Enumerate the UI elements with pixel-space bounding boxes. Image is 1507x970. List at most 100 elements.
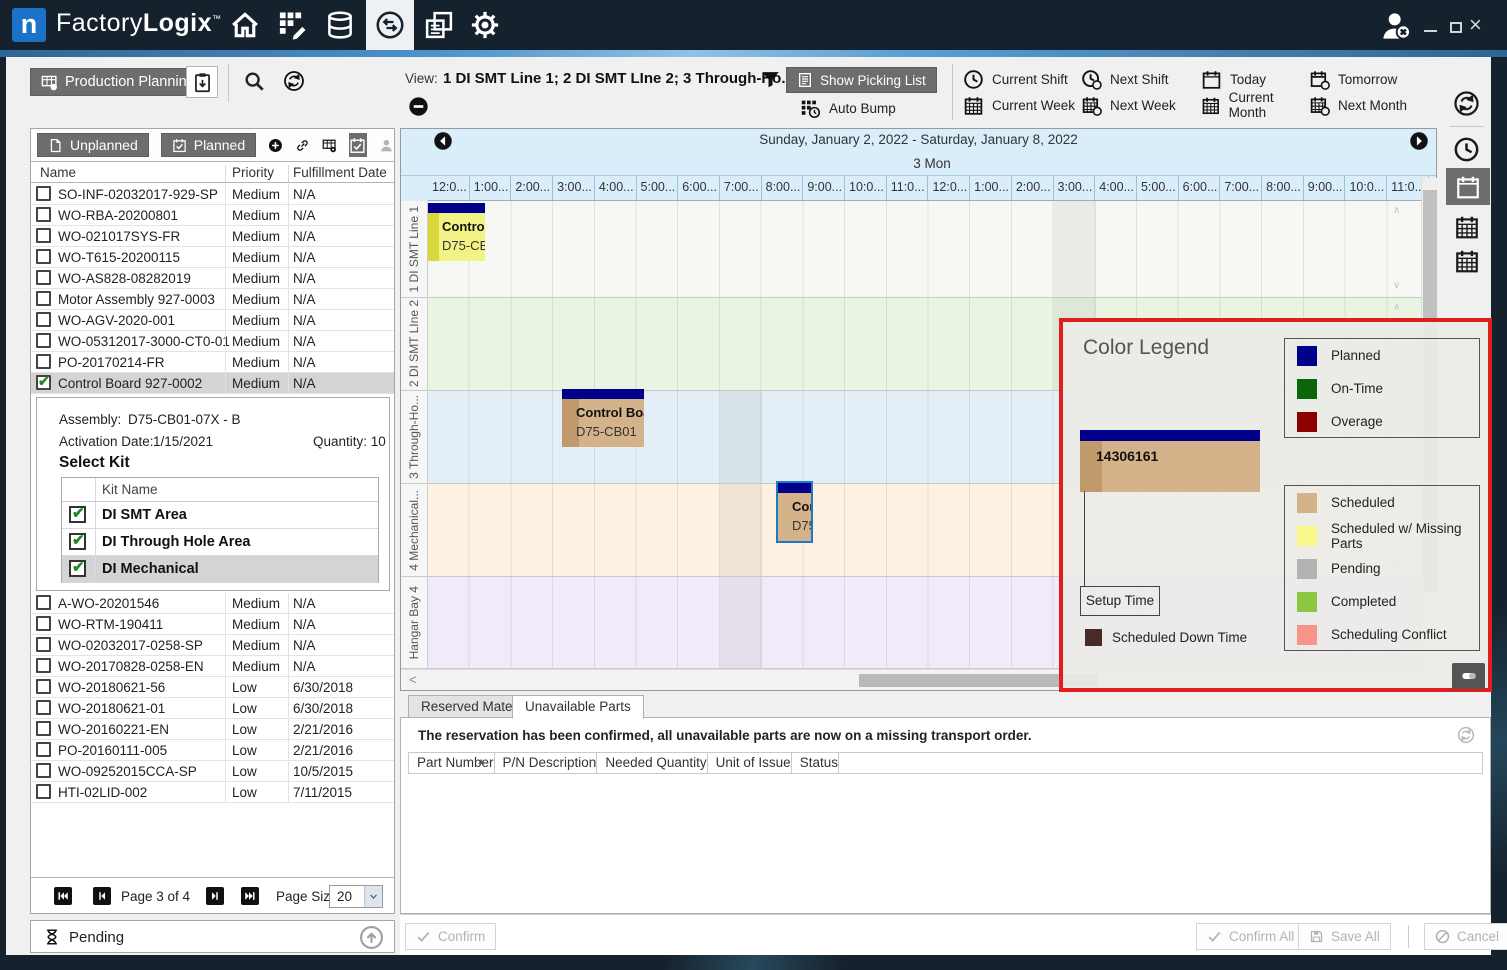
parts-column-header[interactable]: P/N Description bbox=[495, 753, 598, 773]
work-order-row[interactable]: ✔ PO-20170214-FR Medium N/A bbox=[31, 352, 394, 373]
refresh-icon[interactable] bbox=[283, 70, 305, 92]
user-logout-icon[interactable] bbox=[1380, 10, 1412, 42]
work-order-row[interactable]: ✔ HTI-02LID-002 Low 7/11/2015 bbox=[31, 782, 394, 803]
work-order-row[interactable]: ✔ SO-INF-02032017-929-SP Medium N/A bbox=[31, 184, 394, 205]
row-checkbox[interactable]: ✔ bbox=[36, 595, 51, 610]
view-selector[interactable]: 1 DI SMT Line 1; 2 DI SMT LIne 2; 3 Thro… bbox=[443, 70, 794, 87]
work-order-row[interactable]: ✔ WO-T615-20200115 Medium N/A bbox=[31, 247, 394, 268]
gantt-bar[interactable]: Control D75 bbox=[778, 483, 811, 541]
work-order-row[interactable]: ✔ WO-20160221-EN Low 2/21/2016 bbox=[31, 719, 394, 740]
cancel-button[interactable]: Cancel bbox=[1424, 923, 1507, 950]
clipboard-button[interactable] bbox=[186, 66, 218, 98]
kit-name-column[interactable]: Kit Name bbox=[102, 482, 158, 497]
parts-column-header[interactable]: Needed Quantity bbox=[597, 753, 707, 773]
confirm-button[interactable]: Confirm bbox=[405, 923, 496, 950]
minimize-button[interactable] bbox=[1424, 30, 1437, 32]
kit-row[interactable]: ✔ DI Through Hole Area bbox=[62, 529, 378, 556]
work-order-row[interactable]: ✔ WO-20180621-56 Low 6/30/2018 bbox=[31, 677, 394, 698]
row-scroll-up-icon[interactable]: ∧ bbox=[1393, 205, 1400, 216]
auto-bump-button[interactable]: Auto Bump bbox=[800, 98, 896, 119]
tab-unavailable-parts[interactable]: Unavailable Parts bbox=[512, 695, 644, 719]
row-checkbox[interactable]: ✔ bbox=[36, 784, 51, 799]
range-button[interactable]: Current Week bbox=[963, 92, 1081, 118]
scroll-left-arrow[interactable]: < bbox=[409, 672, 417, 687]
work-order-row[interactable]: ✔ WO-AS828-08282019 Medium N/A bbox=[31, 268, 394, 289]
range-button[interactable]: Next Shift bbox=[1081, 66, 1201, 92]
gantt-bar[interactable]: Control Board D75-CB01 bbox=[562, 389, 644, 447]
reports-icon[interactable] bbox=[424, 10, 454, 40]
add-work-order-icon[interactable] bbox=[268, 135, 283, 156]
save-all-button[interactable]: Save All bbox=[1298, 923, 1391, 950]
row-checkbox[interactable]: ✔ bbox=[36, 228, 51, 243]
process-definition-icon[interactable] bbox=[278, 10, 308, 40]
range-button[interactable]: Next Month bbox=[1309, 92, 1439, 118]
work-order-row[interactable]: ✔ WO-RBA-20200801 Medium N/A bbox=[31, 205, 394, 226]
row-checkbox[interactable]: ✔ bbox=[36, 207, 51, 222]
kit-checkbox[interactable]: ✔ bbox=[69, 533, 86, 550]
row-checkbox[interactable]: ✔ bbox=[36, 354, 51, 369]
chevron-down-icon[interactable] bbox=[364, 886, 382, 907]
work-order-row[interactable]: ✔ WO-05312017-3000-CT0-01 Medium N/A bbox=[31, 331, 394, 352]
work-order-row[interactable]: ✔ Control Board 927-0002 Medium N/A bbox=[31, 373, 394, 394]
work-order-row[interactable]: ✔ WO-RTM-190411 Medium N/A bbox=[31, 614, 394, 635]
work-order-row[interactable]: ✔ WO-09252015CCA-SP Low 10/5/2015 bbox=[31, 761, 394, 782]
row-checkbox[interactable]: ✔ bbox=[36, 291, 51, 306]
previous-period-button[interactable] bbox=[433, 131, 453, 151]
row-checkbox[interactable]: ✔ bbox=[36, 333, 51, 348]
last-page-button[interactable] bbox=[241, 887, 259, 905]
work-order-row[interactable]: ✔ A-WO-20201546 Medium N/A bbox=[31, 593, 394, 614]
first-page-button[interactable] bbox=[54, 887, 72, 905]
day-view-button[interactable] bbox=[1446, 168, 1490, 205]
expand-up-icon[interactable] bbox=[359, 925, 384, 950]
home-icon[interactable] bbox=[230, 10, 260, 40]
collapse-minus-icon[interactable] bbox=[408, 96, 429, 117]
parts-column-header[interactable]: Part Number ▲ bbox=[409, 753, 495, 773]
work-order-row[interactable]: ✔ WO-20170828-0258-EN Medium N/A bbox=[31, 656, 394, 677]
previous-page-button[interactable] bbox=[93, 887, 111, 905]
assign-person-icon[interactable] bbox=[379, 135, 394, 156]
row-checkbox[interactable]: ✔ bbox=[36, 270, 51, 285]
tab-unplanned[interactable]: Unplanned bbox=[37, 133, 149, 157]
kit-row[interactable]: ✔ DI SMT Area bbox=[62, 502, 378, 529]
materials-icon[interactable] bbox=[325, 10, 355, 40]
row-checkbox[interactable]: ✔ bbox=[36, 249, 51, 264]
work-order-row[interactable]: ✔ PO-20160111-005 Low 2/21/2016 bbox=[31, 740, 394, 761]
parts-column-header[interactable]: Unit of Issue bbox=[708, 753, 792, 773]
row-checkbox[interactable]: ✔ bbox=[36, 742, 51, 757]
work-order-row[interactable]: ✔ WO-021017SYS-FR Medium N/A bbox=[31, 226, 394, 247]
column-name[interactable]: Name bbox=[40, 165, 76, 180]
row-scroll-down-icon[interactable]: ∨ bbox=[1393, 280, 1400, 291]
column-fulfillment-date[interactable]: Fulfillment Date bbox=[293, 165, 387, 180]
range-button[interactable]: Current Month bbox=[1201, 92, 1309, 118]
next-period-button[interactable] bbox=[1409, 131, 1429, 151]
kit-checkbox[interactable]: ✔ bbox=[69, 560, 86, 577]
page-size-select[interactable]: 20 bbox=[329, 885, 383, 908]
maximize-button[interactable] bbox=[1450, 22, 1462, 33]
row-checkbox[interactable]: ✔ bbox=[36, 637, 51, 652]
close-button[interactable]: × bbox=[1469, 12, 1482, 38]
scheduling-icon[interactable] bbox=[375, 10, 405, 40]
work-order-row[interactable]: ✔ WO-AGV-2020-001 Medium N/A bbox=[31, 310, 394, 331]
row-checkbox[interactable]: ✔ bbox=[36, 658, 51, 673]
row-checkbox[interactable]: ✔ bbox=[36, 700, 51, 715]
link-work-order-icon[interactable] bbox=[295, 135, 310, 156]
schedule-mode-button[interactable] bbox=[349, 133, 367, 157]
range-button[interactable]: Tomorrow bbox=[1309, 66, 1439, 92]
gantt-bar[interactable]: Control Board D75-CB01 bbox=[428, 203, 485, 261]
work-order-row[interactable]: ✔ WO-20180621-01 Low 6/30/2018 bbox=[31, 698, 394, 719]
row-checkbox[interactable]: ✔ bbox=[36, 312, 51, 327]
show-picking-list-button[interactable]: Show Picking List bbox=[786, 67, 937, 93]
refresh-view-icon[interactable] bbox=[1453, 90, 1480, 117]
table-settings-icon[interactable] bbox=[322, 135, 337, 156]
row-checkbox[interactable]: ✔ bbox=[36, 763, 51, 778]
parts-column-header[interactable]: Status bbox=[792, 753, 839, 773]
month-view-icon[interactable] bbox=[1454, 248, 1480, 274]
row-checkbox[interactable]: ✔ bbox=[36, 375, 51, 390]
row-checkbox[interactable]: ✔ bbox=[36, 679, 51, 694]
schedule-band[interactable]: ∧ ∨ bbox=[428, 201, 1429, 298]
legend-toggle-button[interactable] bbox=[1452, 663, 1485, 689]
column-priority[interactable]: Priority bbox=[232, 165, 274, 180]
range-button[interactable]: Next Week bbox=[1081, 92, 1201, 118]
work-order-row[interactable]: ✔ WO-02032017-0258-SP Medium N/A bbox=[31, 635, 394, 656]
shift-view-icon[interactable] bbox=[1453, 136, 1480, 163]
